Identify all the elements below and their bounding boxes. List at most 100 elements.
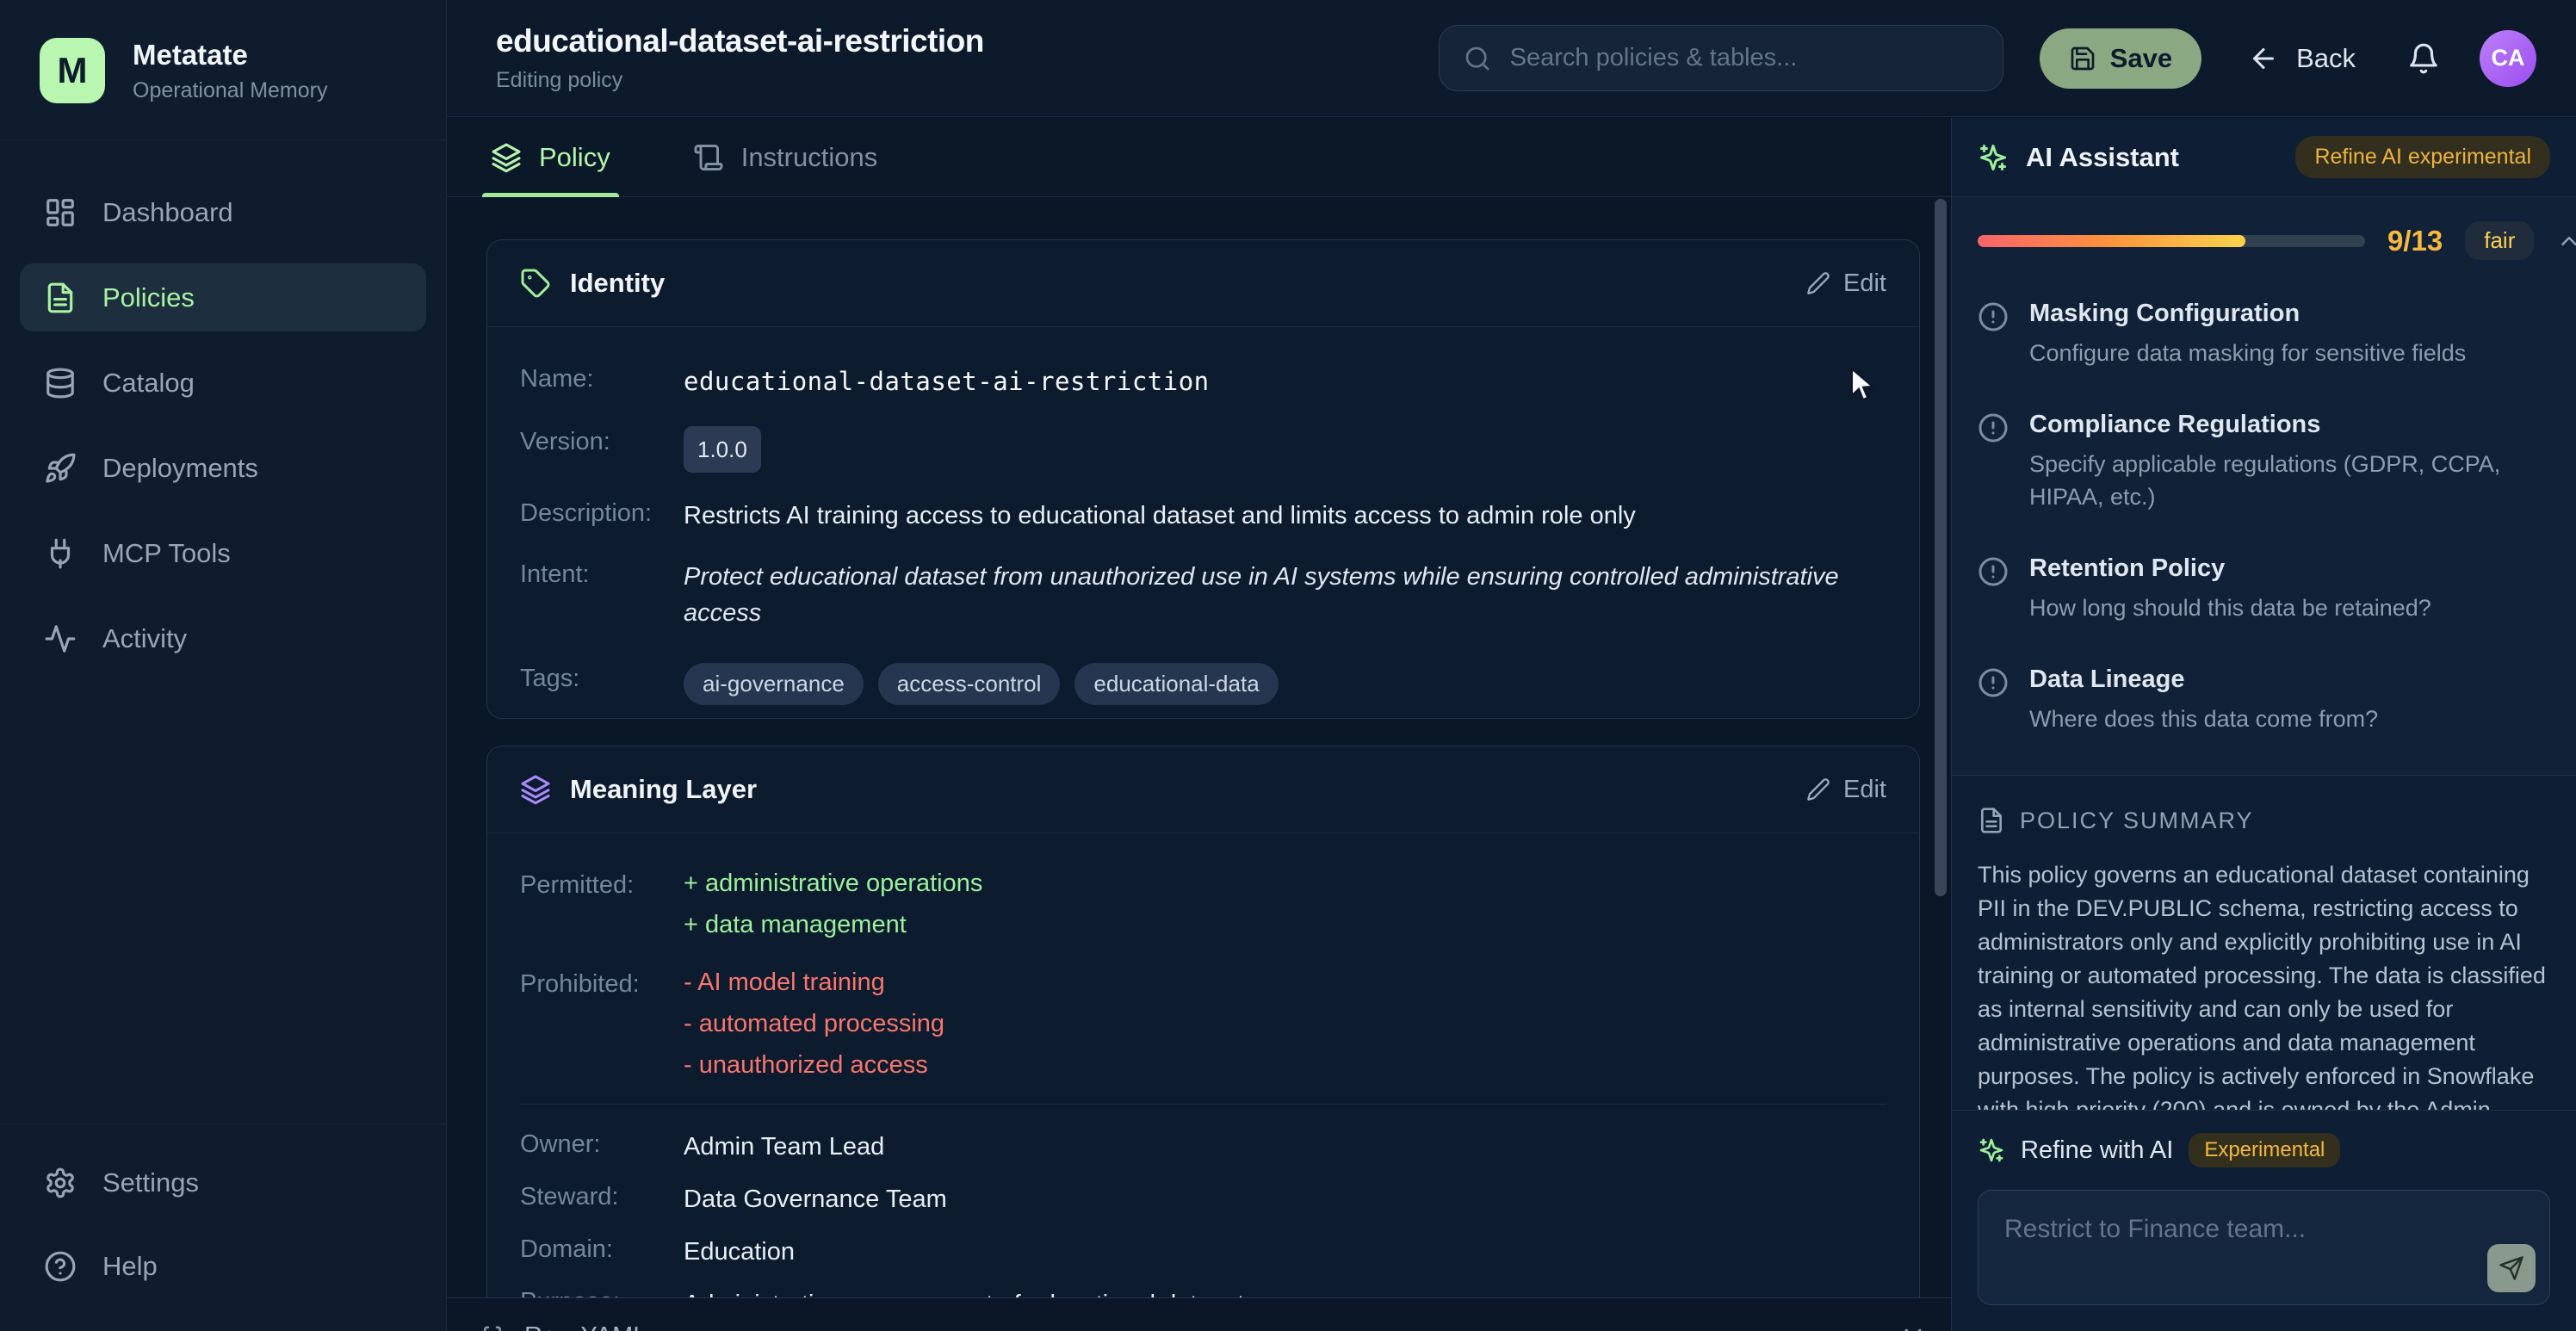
sidebar-item-settings[interactable]: Settings — [20, 1148, 426, 1216]
tab-instructions[interactable]: Instructions — [684, 118, 887, 196]
meaning-card-header: Meaning Layer Edit — [487, 746, 1919, 833]
back-button-label: Back — [2296, 43, 2356, 74]
refine-header: Refine with AI Experimental — [1978, 1133, 2550, 1167]
divider — [520, 1104, 1886, 1105]
search-input[interactable] — [1510, 44, 1978, 72]
identity-version-label: Version: — [520, 426, 684, 456]
ai-assistant-header: AI Assistant Refine AI experimental — [1952, 118, 2576, 197]
refine-input-box — [1978, 1190, 2550, 1305]
activity-icon — [44, 622, 77, 655]
sidebar-item-deployments[interactable]: Deployments — [20, 434, 426, 502]
close-icon[interactable] — [1899, 1323, 1927, 1331]
policy-summary-title: POLICY SUMMARY — [2020, 808, 2254, 834]
tab-policy[interactable]: Policy — [482, 118, 619, 196]
sidebar-item-label: Help — [102, 1251, 158, 1282]
sidebar-item-label: Catalog — [102, 368, 195, 399]
steward-label: Steward: — [520, 1181, 684, 1211]
identity-edit-label: Edit — [1843, 269, 1886, 298]
permitted-label: Permitted: — [520, 870, 684, 900]
checklist-item-desc: Where does this data come from? — [2029, 703, 2378, 735]
sidebar-item-label: MCP Tools — [102, 538, 231, 569]
checklist-item-title: Compliance Regulations — [2029, 411, 2546, 439]
sidebar-item-label: Settings — [102, 1167, 199, 1198]
pencil-icon — [1806, 271, 1830, 295]
prohibited-item: - AI model training — [684, 969, 944, 997]
save-button[interactable]: Save — [2040, 28, 2201, 89]
top-header: educational-dataset-ai-restriction Editi… — [447, 0, 2576, 117]
brand-name: Metatate — [133, 39, 327, 71]
completeness-progress-row: 9/13 fair — [1978, 221, 2550, 260]
sidebar-nav: Dashboard Policies Catalog Deployments M… — [0, 140, 446, 1124]
send-button[interactable] — [2487, 1244, 2536, 1292]
alert-circle-icon — [1978, 412, 2009, 443]
domain-label: Domain: — [520, 1234, 684, 1264]
tab-bar: Policy Instructions — [447, 118, 1951, 197]
raw-yaml-label: Raw YAML — [524, 1322, 647, 1331]
chevron-up-icon[interactable] — [2556, 228, 2576, 254]
identity-card-title: Identity — [570, 268, 665, 299]
sidebar-item-label: Activity — [102, 623, 187, 654]
owner-label: Owner: — [520, 1129, 684, 1159]
sidebar-item-mcp-tools[interactable]: MCP Tools — [20, 519, 426, 587]
ai-assistant-title: AI Assistant — [2026, 142, 2179, 173]
refine-prompt-input[interactable] — [1978, 1191, 2549, 1304]
checklist-item-lineage[interactable]: Data Lineage Where does this data come f… — [1978, 666, 2550, 735]
database-icon — [44, 367, 77, 399]
permitted-item: + data management — [684, 911, 982, 939]
refine-ai-experimental-badge: Refine AI experimental — [2295, 136, 2550, 178]
avatar[interactable]: CA — [2480, 30, 2536, 87]
prohibited-list: - AI model training - automated processi… — [684, 969, 944, 1080]
identity-intent-label: Intent: — [520, 559, 684, 589]
help-circle-icon — [44, 1250, 77, 1283]
permitted-item: + administrative operations — [684, 870, 982, 898]
alert-circle-icon — [1978, 301, 2009, 332]
refine-with-ai-section: Refine with AI Experimental — [1952, 1110, 2576, 1331]
checklist-item-masking[interactable]: Masking Configuration Configure data mas… — [1978, 300, 2550, 369]
gear-icon — [44, 1167, 77, 1199]
owner-value: Admin Team Lead — [684, 1129, 884, 1165]
brand-subtitle: Operational Memory — [133, 78, 327, 103]
checklist-item-desc: Configure data masking for sensitive fie… — [2029, 337, 2466, 369]
version-badge: 1.0.0 — [684, 426, 761, 473]
checklist-item-compliance[interactable]: Compliance Regulations Specify applicabl… — [1978, 411, 2550, 513]
sidebar-item-activity[interactable]: Activity — [20, 604, 426, 672]
sidebar-item-label: Dashboard — [102, 197, 233, 228]
main-scrollbar[interactable] — [1935, 199, 1947, 896]
raw-yaml-bar[interactable]: Raw YAML — [447, 1297, 1951, 1331]
page-subtitle: Editing policy — [496, 68, 984, 93]
identity-card: Identity Edit Name: educational-dataset-… — [486, 239, 1920, 719]
sidebar-item-dashboard[interactable]: Dashboard — [20, 178, 426, 246]
tab-policy-label: Policy — [539, 142, 610, 173]
document-icon — [44, 282, 77, 314]
sidebar: M Metatate Operational Memory Dashboard … — [0, 0, 447, 1331]
alert-circle-icon — [1978, 556, 2009, 587]
score-value: 9/13 — [2387, 225, 2443, 257]
prohibited-item: - automated processing — [684, 1010, 944, 1038]
back-button[interactable]: Back — [2248, 43, 2356, 74]
tab-instructions-label: Instructions — [741, 142, 878, 173]
save-icon — [2069, 45, 2096, 72]
identity-edit-button[interactable]: Edit — [1806, 269, 1886, 298]
rocket-icon — [44, 452, 77, 485]
identity-name-label: Name: — [520, 363, 684, 393]
sparkles-icon — [1978, 1136, 2005, 1164]
domain-value: Education — [684, 1234, 795, 1270]
checklist-item-title: Masking Configuration — [2029, 300, 2466, 328]
meaning-edit-button[interactable]: Edit — [1806, 776, 1886, 804]
notifications-button[interactable] — [2407, 42, 2440, 75]
identity-tags-label: Tags: — [520, 663, 684, 693]
prohibited-label: Prohibited: — [520, 969, 684, 999]
layers-icon — [491, 142, 522, 173]
identity-tags: ai-governance access-control educational… — [684, 663, 1279, 705]
brand: M Metatate Operational Memory — [0, 0, 446, 140]
sidebar-item-catalog[interactable]: Catalog — [20, 349, 426, 417]
identity-description-value: Restricts AI training access to educatio… — [684, 498, 1636, 534]
sidebar-item-help[interactable]: Help — [20, 1232, 426, 1300]
identity-card-header: Identity Edit — [487, 240, 1919, 327]
arrow-left-icon — [2248, 43, 2279, 74]
checklist-item-desc: How long should this data be retained? — [2029, 591, 2431, 624]
sidebar-item-policies[interactable]: Policies — [20, 263, 426, 331]
checklist-item-retention[interactable]: Retention Policy How long should this da… — [1978, 554, 2550, 624]
search-box[interactable] — [1439, 25, 2003, 91]
braces-icon — [480, 1324, 505, 1331]
